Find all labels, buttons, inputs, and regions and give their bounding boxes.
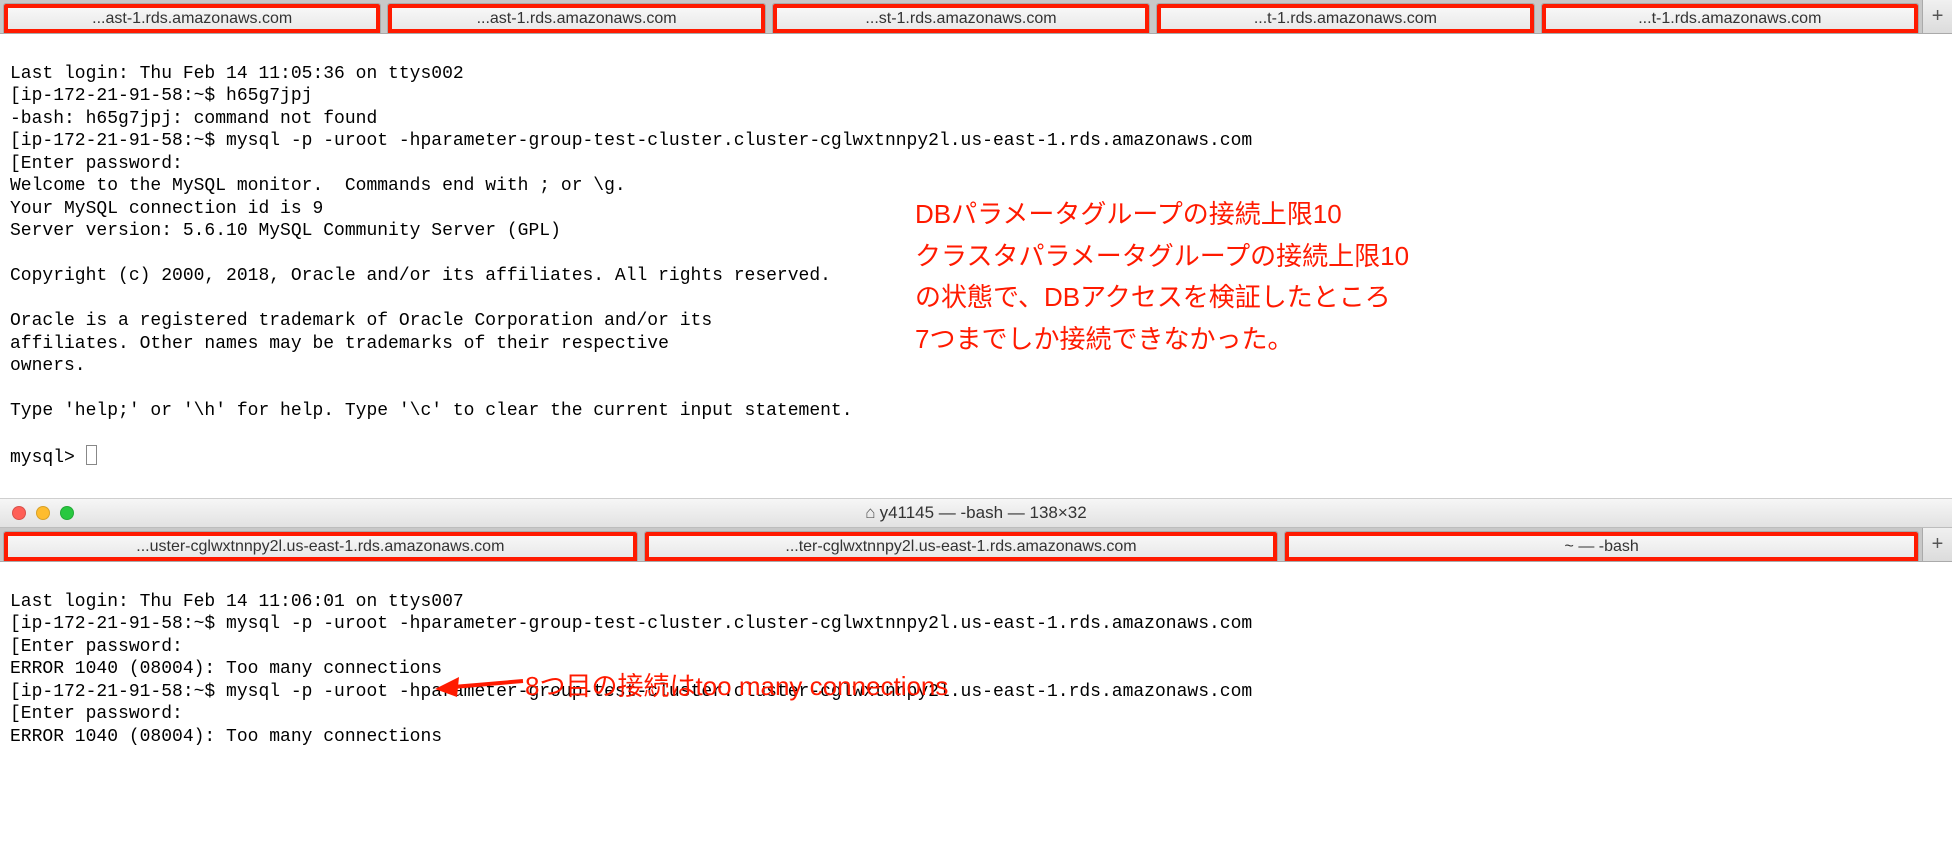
terminal-line: -bash: h65g7jpj: command not found <box>10 109 377 129</box>
terminal-line: Copyright (c) 2000, 2018, Oracle and/or … <box>10 266 831 286</box>
terminal-tab[interactable]: ~ — -bash <box>1284 531 1919 561</box>
bottom-terminal-output[interactable]: Last login: Thu Feb 14 11:06:01 on ttys0… <box>0 562 1952 777</box>
terminal-line: [ip-172-21-91-58:~$ mysql -p -uroot -hpa… <box>10 131 1252 151</box>
bottom-terminal-window: ⌂ y41145 — -bash — 138×32 ...uster-cglwxt… <box>0 498 1952 777</box>
top-terminal-window: ...ast-1.rds.amazonaws.com ...ast-1.rds.… <box>0 0 1952 498</box>
bottom-tab-bar: ...uster-cglwxtnnpy2l.us-east-1.rds.amaz… <box>0 528 1952 562</box>
cursor-icon <box>86 445 97 465</box>
top-terminal-output[interactable]: Last login: Thu Feb 14 11:05:36 on ttys0… <box>0 34 1952 498</box>
terminal-line: owners. <box>10 356 86 376</box>
terminal-line: Server version: 5.6.10 MySQL Community S… <box>10 221 561 241</box>
window-title-text: y41145 — -bash — 138×32 <box>880 503 1087 522</box>
terminal-line: Last login: Thu Feb 14 11:06:01 on ttys0… <box>10 592 464 612</box>
terminal-tab[interactable]: ...ast-1.rds.amazonaws.com <box>3 3 381 33</box>
terminal-line: [Enter password: <box>10 704 183 724</box>
new-tab-button[interactable]: + <box>1922 528 1952 561</box>
terminal-line: ERROR 1040 (08004): Too many connections <box>10 659 442 679</box>
window-title: ⌂ y41145 — -bash — 138×32 <box>0 503 1952 523</box>
terminal-line: [Enter password: <box>10 637 183 657</box>
window-titlebar[interactable]: ⌂ y41145 — -bash — 138×32 <box>0 498 1952 528</box>
terminal-tab[interactable]: ...ast-1.rds.amazonaws.com <box>387 3 765 33</box>
top-tab-bar: ...ast-1.rds.amazonaws.com ...ast-1.rds.… <box>0 0 1952 34</box>
minimize-window-button[interactable] <box>36 506 50 520</box>
close-window-button[interactable] <box>12 506 26 520</box>
terminal-line: Welcome to the MySQL monitor. Commands e… <box>10 176 626 196</box>
terminal-tab[interactable]: ...ter-cglwxtnnpy2l.us-east-1.rds.amazon… <box>644 531 1279 561</box>
terminal-line: affiliates. Other names may be trademark… <box>10 334 669 354</box>
terminal-line: [ip-172-21-91-58:~$ mysql -p -uroot -hpa… <box>10 614 1252 634</box>
terminal-tab[interactable]: ...uster-cglwxtnnpy2l.us-east-1.rds.amaz… <box>3 531 638 561</box>
new-tab-button[interactable]: + <box>1922 0 1952 33</box>
terminal-line: mysql> <box>10 448 86 468</box>
home-icon: ⌂ <box>865 503 875 522</box>
terminal-line: [ip-172-21-91-58:~$ h65g7jpj <box>10 86 312 106</box>
terminal-tab[interactable]: ...st-1.rds.amazonaws.com <box>772 3 1150 33</box>
zoom-window-button[interactable] <box>60 506 74 520</box>
terminal-line: Oracle is a registered trademark of Orac… <box>10 311 712 331</box>
terminal-tab[interactable]: ...t-1.rds.amazonaws.com <box>1156 3 1534 33</box>
terminal-line: Last login: Thu Feb 14 11:05:36 on ttys0… <box>10 64 464 84</box>
terminal-line: Your MySQL connection id is 9 <box>10 199 323 219</box>
terminal-line: [ip-172-21-91-58:~$ mysql -p -uroot -hpa… <box>10 682 1252 702</box>
terminal-tab[interactable]: ...t-1.rds.amazonaws.com <box>1541 3 1919 33</box>
traffic-lights <box>0 506 74 520</box>
terminal-line: [Enter password: <box>10 154 183 174</box>
terminal-line: ERROR 1040 (08004): Too many connections <box>10 727 442 747</box>
terminal-line: Type 'help;' or '\h' for help. Type '\c'… <box>10 401 853 421</box>
